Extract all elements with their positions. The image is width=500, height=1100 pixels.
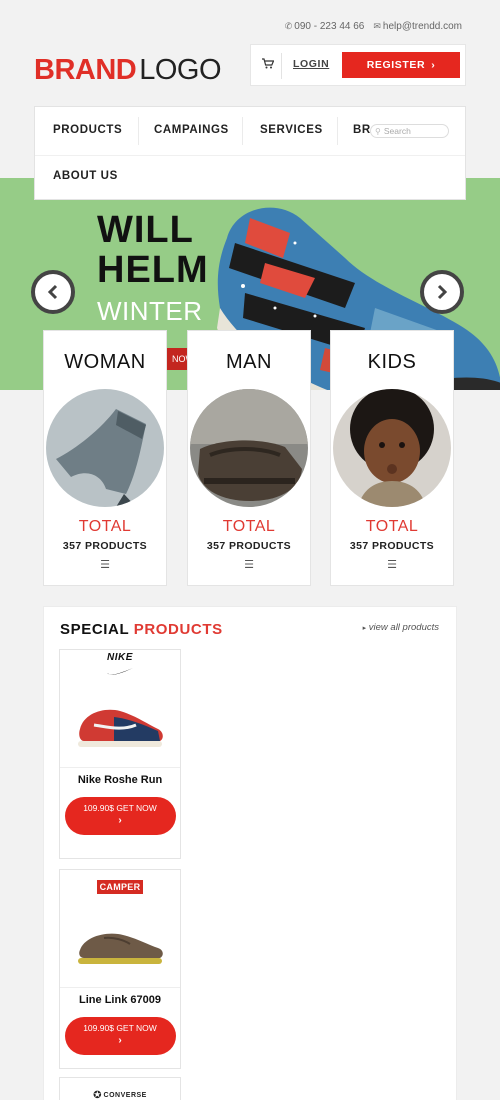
- product-image: [60, 684, 180, 768]
- mail-icon: ✉: [373, 21, 381, 31]
- search-input[interactable]: Search: [384, 126, 411, 136]
- brand-logo[interactable]: BRAND LOGO: [34, 54, 222, 86]
- register-button[interactable]: REGISTER ›: [342, 52, 460, 78]
- product-card[interactable]: NIKE Nike Roshe Run 109.90$ GET NOW ›: [59, 649, 181, 859]
- special-products-title: SPECIAL PRODUCTS: [60, 621, 223, 638]
- hero-title-line1: WILL: [97, 209, 194, 251]
- nav-item-products[interactable]: PRODUCTS: [53, 124, 122, 136]
- special-products-section: SPECIAL PRODUCTS ▸ view all products NIK…: [43, 606, 457, 1100]
- account-divider: [281, 53, 282, 79]
- star-icon: ✪: [93, 1089, 102, 1100]
- menu-icon[interactable]: ☰: [188, 560, 310, 571]
- main-nav: PRODUCTS CAMPAINGS SERVICES BR ⚲ Search …: [34, 106, 466, 200]
- hero-subtitle: WINTER: [97, 296, 203, 326]
- carousel-next-button[interactable]: [420, 270, 464, 314]
- get-now-button[interactable]: 109.90$ GET NOW ›: [64, 797, 176, 835]
- nike-logo: NIKE: [60, 650, 180, 684]
- menu-icon[interactable]: ☰: [44, 560, 166, 571]
- view-all-products-link[interactable]: ▸ view all products: [363, 622, 439, 633]
- account-box: LOGIN REGISTER ›: [250, 44, 466, 86]
- phone-number: 090 - 223 44 66: [294, 21, 365, 32]
- nav-row-divider: [35, 155, 465, 156]
- search-box[interactable]: ⚲ Search: [370, 124, 449, 138]
- phone-contact: ✆ 090 - 223 44 66: [285, 21, 365, 32]
- product-image: [60, 904, 180, 988]
- category-count: 357 PRODUCTS: [349, 540, 435, 552]
- cart-icon[interactable]: [259, 56, 277, 74]
- product-brand: NIKE: [107, 652, 133, 663]
- carousel-prev-button[interactable]: [31, 270, 75, 314]
- email-contact[interactable]: ✉ help@trendd.com: [373, 21, 462, 32]
- product-card[interactable]: CAMPER Line Link 67009 109.90$ GET NOW ›: [59, 869, 181, 1069]
- category-name: MAN: [226, 351, 272, 373]
- view-all-label: view all products: [368, 622, 439, 633]
- brand-logo-bold: BRAND: [34, 54, 137, 86]
- hero-title: WILL HELM: [97, 210, 209, 290]
- chevron-right-icon: ›: [118, 1035, 122, 1046]
- nav-item-about-us[interactable]: ABOUT US: [53, 170, 118, 182]
- brand-logo-light: LOGO: [139, 54, 222, 86]
- product-name[interactable]: Line Link 67009: [60, 994, 180, 1007]
- get-now-label: GET NOW: [116, 803, 157, 813]
- caret-right-icon: ▸: [362, 625, 367, 632]
- category-count: 357 PRODUCTS: [206, 540, 292, 552]
- category-total-label: TOTAL: [78, 518, 132, 535]
- category-card-man[interactable]: MAN TOTAL 357 PRODUCTS ☰: [187, 330, 311, 586]
- register-label: REGISTER: [366, 59, 426, 71]
- converse-logo: ✪ CONVERSE: [60, 1078, 180, 1100]
- nav-item-campaings[interactable]: CAMPAINGS: [154, 124, 229, 136]
- menu-icon[interactable]: ☰: [331, 560, 453, 571]
- product-brand: CAMPER: [96, 880, 144, 894]
- special-title-black: SPECIAL: [60, 621, 129, 638]
- get-now-label: GET NOW: [116, 1023, 157, 1033]
- hero-title-line2: HELM: [97, 249, 209, 291]
- get-now-button[interactable]: 109.90$ GET NOW ›: [64, 1017, 176, 1055]
- product-card[interactable]: ✪ CONVERSE: [59, 1077, 181, 1100]
- search-icon: ⚲: [375, 126, 381, 136]
- chevron-left-icon: [47, 284, 58, 300]
- category-image-man: [190, 389, 308, 507]
- product-price: 109.90$: [83, 803, 114, 813]
- category-name: WOMAN: [64, 351, 146, 373]
- login-link[interactable]: LOGIN: [293, 58, 329, 70]
- product-brand: CONVERSE: [103, 1091, 147, 1099]
- nav-item-services[interactable]: SERVICES: [260, 124, 323, 136]
- category-image-woman: [46, 389, 164, 507]
- product-name[interactable]: Nike Roshe Run: [60, 774, 180, 787]
- phone-icon: ✆: [284, 21, 293, 31]
- product-price: 109.90$: [83, 1023, 114, 1033]
- chevron-right-icon: ›: [118, 815, 122, 826]
- category-count: 357 PRODUCTS: [62, 540, 148, 552]
- email-address[interactable]: help@trendd.com: [383, 21, 462, 32]
- chevron-right-icon: [437, 284, 448, 300]
- camper-logo: CAMPER: [60, 870, 180, 904]
- special-title-red: PRODUCTS: [133, 621, 223, 638]
- category-total-label: TOTAL: [222, 518, 276, 535]
- nav-divider: [242, 117, 243, 145]
- nav-item-brands[interactable]: BR: [353, 124, 371, 136]
- nav-divider: [138, 117, 139, 145]
- nav-divider: [337, 117, 338, 145]
- chevron-right-icon: ›: [431, 59, 436, 71]
- category-card-kids[interactable]: KIDS TOTAL 357 PRODUCTS ☰: [330, 330, 454, 586]
- category-total-label: TOTAL: [365, 518, 419, 535]
- contact-bar: ✆ 090 - 223 44 66 ✉ help@trendd.com: [285, 21, 462, 32]
- category-name: KIDS: [367, 351, 417, 373]
- category-image-kids: [333, 389, 451, 507]
- category-card-woman[interactable]: WOMAN TOTAL 357 PRODUCTS ☰: [43, 330, 167, 586]
